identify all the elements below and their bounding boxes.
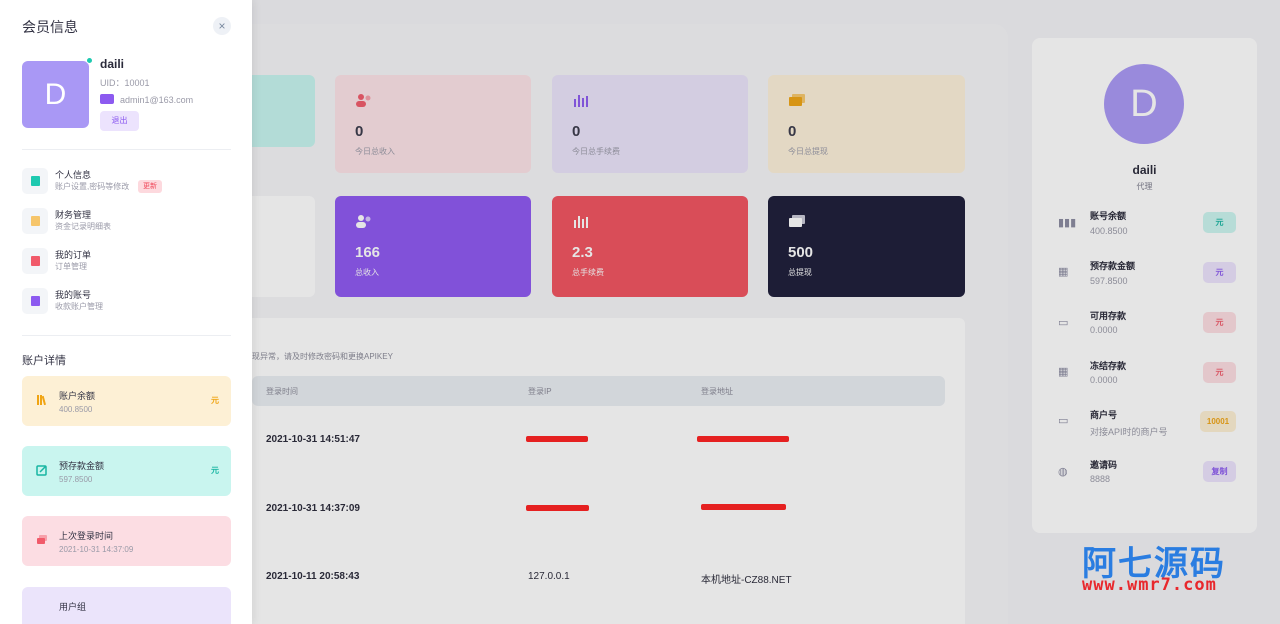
user-email: admin1@163.com <box>120 95 194 105</box>
account-balance-card: 账户余额 400.8500 元 <box>22 376 231 426</box>
divider <box>22 149 231 150</box>
account-unit: 元 <box>211 466 219 475</box>
cards-icon <box>37 535 47 544</box>
account-value: 2021-10-31 14:37:09 <box>59 545 134 554</box>
file-icon <box>22 168 48 194</box>
menu-item-profile[interactable]: 个人信息 账户设置,密码等修改 更新 <box>22 168 231 200</box>
menu-item-title: 我的账号 <box>55 290 92 300</box>
deposit-amount-card: 预存款金额 597.8500 元 <box>22 446 231 496</box>
avatar: D <box>22 61 89 128</box>
account-title: 用户组 <box>59 602 87 612</box>
divider <box>22 335 231 336</box>
menu-item-subtitle: 订单管理 <box>55 262 87 271</box>
account-unit: 元 <box>211 396 219 405</box>
user-uid: UID：10001 <box>100 78 150 88</box>
close-icon[interactable]: × <box>213 17 231 35</box>
mail-icon <box>100 94 114 104</box>
online-status-dot <box>86 57 93 64</box>
menu-item-subtitle: 收款账户管理 <box>55 302 103 311</box>
menu-item-subtitle: 账户设置,密码等修改 <box>55 182 130 191</box>
chart-icon <box>22 208 48 234</box>
watermark-url: www.wmr7.com <box>1082 575 1217 595</box>
logout-button[interactable]: 退出 <box>100 111 139 131</box>
watermark-url-prefix: www. <box>1082 575 1127 595</box>
account-title: 账户余额 <box>59 391 96 401</box>
document-icon <box>22 248 48 274</box>
watermark-url-suffix: .com <box>1171 575 1217 595</box>
account-value: 400.8500 <box>59 405 93 414</box>
drawer-title: 会员信息 <box>22 19 78 35</box>
update-badge: 更新 <box>138 180 162 193</box>
member-info-drawer: 会员信息 × D daili UID：10001 admin1@163.com … <box>0 0 252 624</box>
section-title: 账户详情 <box>22 355 66 367</box>
menu-item-accounts[interactable]: 我的账号 收款账户管理 <box>22 288 231 320</box>
last-login-card: 上次登录时间 2021-10-31 14:37:09 <box>22 516 231 566</box>
menu-item-finance[interactable]: 财务管理 资金记录明细表 <box>22 208 231 240</box>
books-icon <box>37 395 47 406</box>
menu-item-title: 财务管理 <box>55 210 92 220</box>
mail-icon <box>22 288 48 314</box>
account-title: 预存款金额 <box>59 461 105 471</box>
menu-item-orders[interactable]: 我的订单 订单管理 <box>22 248 231 280</box>
user-group-card: 用户组 <box>22 587 231 624</box>
watermark-url-brand: wmr7 <box>1126 575 1172 595</box>
menu-item-subtitle: 资金记录明细表 <box>55 222 111 231</box>
account-value: 597.8500 <box>59 475 93 484</box>
account-title: 上次登录时间 <box>59 531 114 541</box>
edit-icon <box>36 465 47 476</box>
username: daili <box>100 57 125 71</box>
menu-item-title: 个人信息 <box>55 170 92 180</box>
menu-item-title: 我的订单 <box>55 250 92 260</box>
